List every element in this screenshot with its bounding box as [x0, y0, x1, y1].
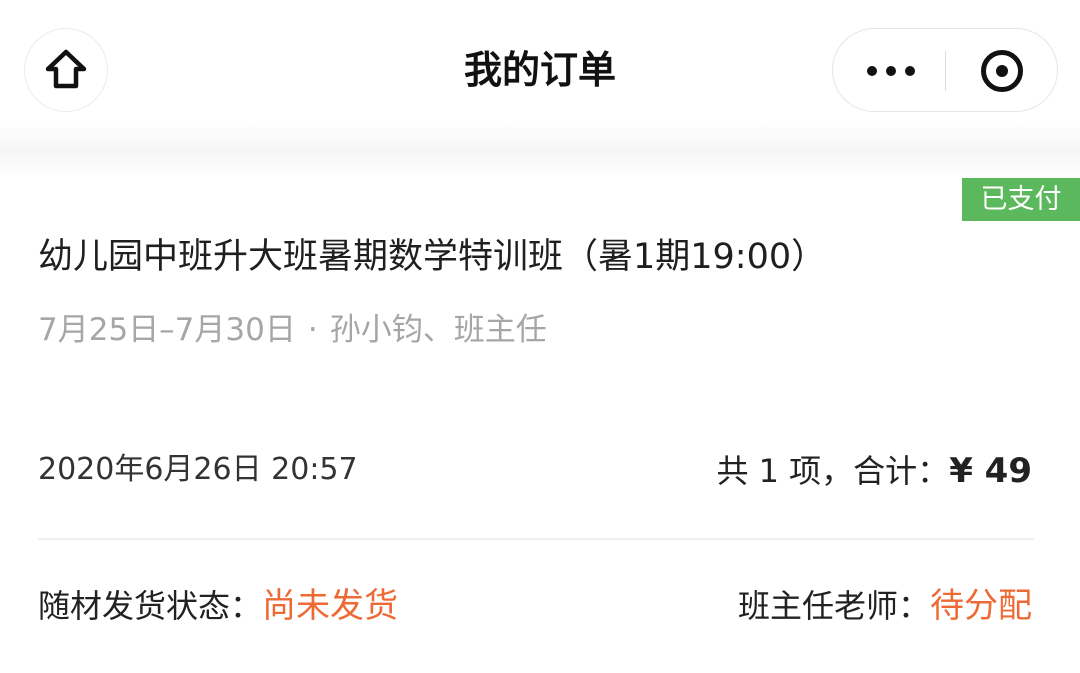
status-badge: 已支付: [962, 178, 1080, 221]
divider: [38, 538, 1034, 540]
course-subtitle: 7月25日–7月30日 · 孙小钧、班主任: [38, 306, 547, 354]
course-title[interactable]: 幼儿园中班升大班暑期数学特训班（暑1期19:00）: [38, 228, 1048, 286]
more-dots-icon: [867, 66, 915, 76]
separator-dot: ·: [307, 312, 318, 348]
shipping-label: 随材发货状态：: [38, 587, 263, 625]
capsule-menu: [832, 28, 1058, 112]
shipping-value: 尚未发货: [262, 586, 399, 626]
nav-bar: 我的订单: [0, 0, 1080, 140]
teacher-value: 待分配: [930, 586, 1032, 626]
order-total: 共 1 项，合计：¥ 49: [716, 446, 1032, 496]
teacher-label: 班主任老师：: [737, 587, 930, 625]
teacher-names: 孙小钧、班主任: [329, 312, 547, 348]
shipping-status: 随材发货状态：尚未发货: [38, 578, 398, 634]
mini-program-close-icon[interactable]: [981, 50, 1023, 92]
head-teacher: 班主任老师：待分配: [738, 578, 1032, 634]
capsule-divider: [945, 51, 946, 91]
order-time: 2020年6月26日 20:57: [38, 452, 358, 487]
nav-shadow: [0, 120, 1080, 178]
more-button[interactable]: [867, 29, 915, 113]
total-amount: ¥ 49: [949, 451, 1032, 491]
date-range: 7月25日–7月30日: [38, 312, 296, 348]
total-prefix: 共 1 项，合计：: [716, 452, 950, 490]
